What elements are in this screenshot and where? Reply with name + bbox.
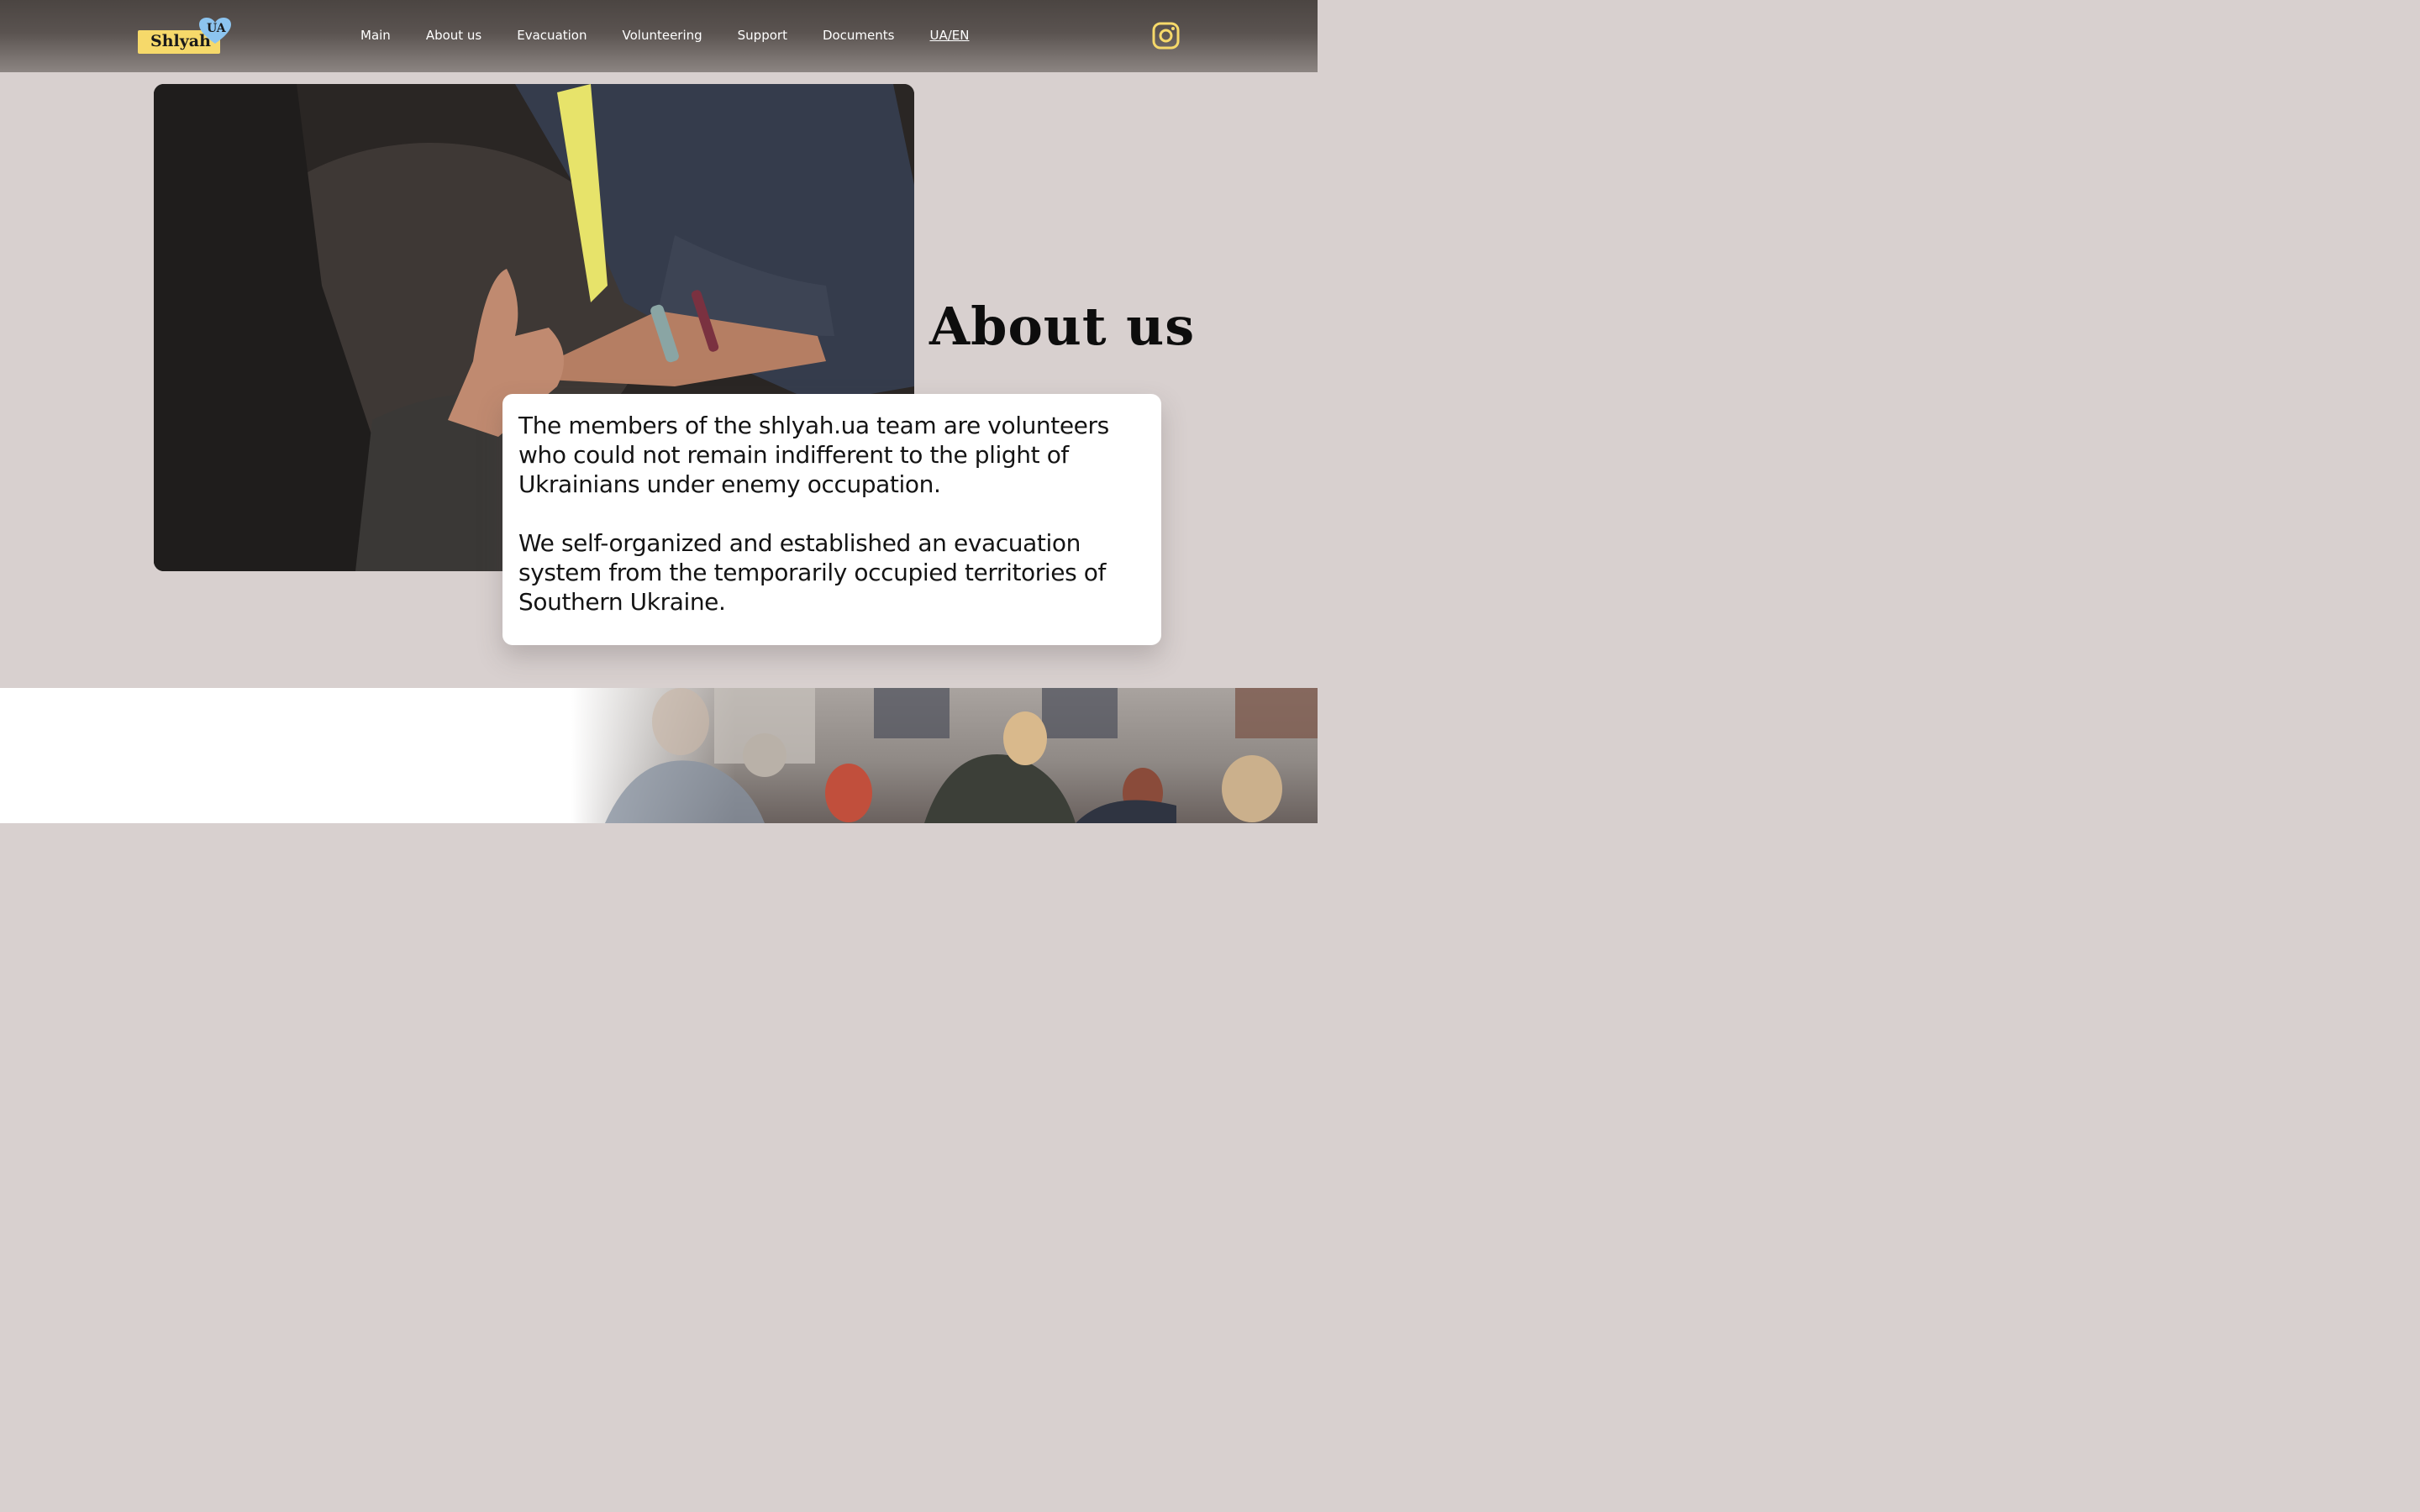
main-nav: Main About us Evacuation Volunteering Su… [360, 28, 969, 43]
crowd-photo-illustration [605, 688, 1318, 823]
page-title: About us [929, 296, 1196, 357]
about-text-card: The members of the shlyah.ua team are vo… [502, 394, 1161, 645]
nav-item-evacuation[interactable]: Evacuation [517, 28, 587, 43]
instagram-link[interactable] [1152, 22, 1180, 50]
nav-item-documents[interactable]: Documents [823, 28, 895, 43]
nav-item-about-us[interactable]: About us [426, 28, 481, 43]
nav-item-main[interactable]: Main [360, 28, 391, 43]
crowd-photo [571, 688, 1318, 823]
about-paragraph: We self-organized and established an eva… [518, 529, 1106, 616]
nav-item-support[interactable]: Support [738, 28, 787, 43]
site-logo[interactable]: Shlyah UA [138, 17, 232, 55]
language-switch[interactable]: UA/EN [929, 28, 969, 43]
instagram-icon [1152, 22, 1180, 50]
site-header: Shlyah UA Main About us Evacuation Volun… [0, 0, 1318, 72]
next-section [0, 688, 1318, 823]
logo-badge-text: UA [207, 22, 226, 35]
nav-item-volunteering[interactable]: Volunteering [623, 28, 702, 43]
about-paragraph: The members of the shlyah.ua team are vo… [518, 412, 1109, 498]
